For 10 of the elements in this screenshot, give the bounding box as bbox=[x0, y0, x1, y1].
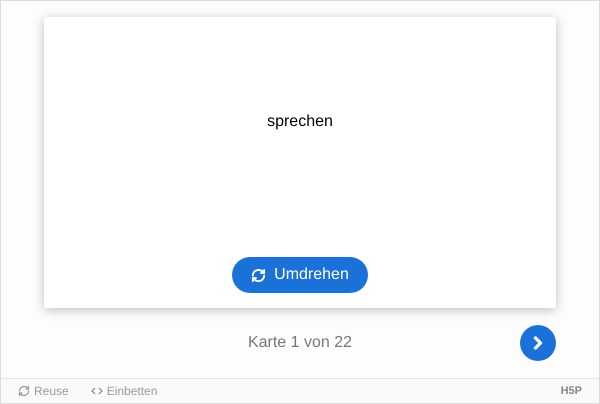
next-button[interactable] bbox=[520, 325, 556, 361]
card-word: sprechen bbox=[267, 112, 333, 132]
flip-button[interactable]: Umdrehen bbox=[232, 257, 368, 293]
card-counter: Karte 1 von 22 bbox=[248, 333, 352, 353]
code-icon bbox=[90, 387, 103, 395]
refresh-icon bbox=[251, 268, 266, 282]
refresh-icon bbox=[18, 385, 30, 397]
reuse-link[interactable]: Reuse bbox=[18, 382, 69, 400]
logo: H5P bbox=[560, 384, 582, 399]
embed-link[interactable]: Einbetten bbox=[90, 382, 158, 400]
